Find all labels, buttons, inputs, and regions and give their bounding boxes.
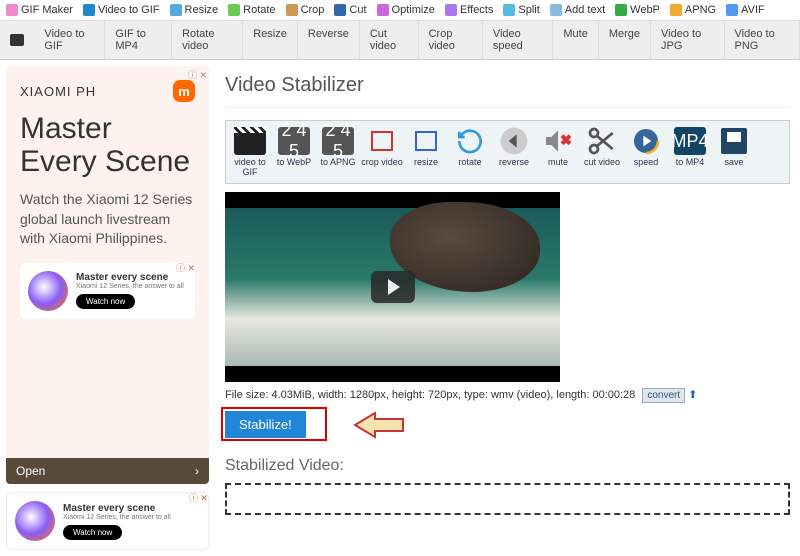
ad-card-title: Master every scene	[76, 272, 184, 283]
ad-body: Watch the Xiaomi 12 Series global launch…	[20, 190, 195, 249]
main-content: Video Stabilizer video to GIF2 4 5to Web…	[215, 60, 800, 556]
tool-save[interactable]: save	[712, 125, 756, 179]
topnav-video-to-gif[interactable]: Video to GIF	[83, 4, 160, 16]
camera-icon	[10, 34, 24, 46]
tool-rotate[interactable]: rotate	[448, 125, 492, 179]
tool-to-WebP[interactable]: 2 4 5to WebP	[272, 125, 316, 179]
topnav-apng[interactable]: APNG	[670, 4, 716, 16]
ad-watch-button[interactable]: Watch now	[76, 294, 135, 309]
page-title: Video Stabilizer	[225, 74, 790, 108]
swirl-icon	[28, 271, 68, 311]
topnav-crop[interactable]: Crop	[286, 4, 325, 16]
sub-nav: Video to GIFGIF to MP4Rotate videoResize…	[0, 21, 800, 60]
tool-cut-video[interactable]: cut video	[580, 125, 624, 179]
subnav-mute[interactable]: Mute	[553, 21, 598, 59]
tool-resize[interactable]: resize	[404, 125, 448, 179]
tool-video-to-GIF[interactable]: video to GIF	[228, 125, 272, 179]
subnav-crop-video[interactable]: Crop video	[419, 21, 483, 59]
topnav-gif-maker[interactable]: GIF Maker	[6, 4, 73, 16]
subnav-cut-video[interactable]: Cut video	[360, 21, 419, 59]
chevron-right-icon: ›	[195, 464, 199, 478]
topnav-resize[interactable]: Resize	[170, 4, 219, 16]
subnav-rotate-video[interactable]: Rotate video	[172, 21, 243, 59]
arrow-icon	[353, 410, 407, 443]
topnav-rotate[interactable]: Rotate	[228, 4, 275, 16]
stabilize-button[interactable]: Stabilize!	[225, 411, 306, 438]
subnav-video-to-gif[interactable]: Video to GIF	[34, 21, 105, 59]
ad-open-button[interactable]: Open›	[6, 458, 209, 484]
tool-mute[interactable]: mute	[536, 125, 580, 179]
swirl-icon	[15, 501, 55, 541]
topnav-split[interactable]: Split	[503, 4, 539, 16]
convert-button[interactable]: convert	[642, 388, 685, 403]
ads-sidebar: ⓘ ✕ XIAOMI PH m Master Every Scene Watch…	[0, 60, 215, 556]
subnav-merge[interactable]: Merge	[599, 21, 651, 59]
topnav-avif[interactable]: AVIF	[726, 4, 765, 16]
ad-secondary[interactable]: ⓘ ✕ Master every scene Xiaomi 12 Series,…	[6, 492, 209, 550]
topnav-optimize[interactable]: Optimize	[377, 4, 435, 16]
ad-brand: XIAOMI PH	[20, 84, 96, 99]
ad-card[interactable]: ⓘ ✕ Master every scene Xiaomi 12 Series,…	[20, 263, 195, 319]
topnav-add-text[interactable]: Add text	[550, 4, 605, 16]
upload-icon[interactable]: ⬆	[688, 389, 697, 401]
video-player[interactable]	[225, 192, 560, 382]
tool-reverse[interactable]: reverse	[492, 125, 536, 179]
output-dropzone[interactable]	[225, 483, 790, 515]
topnav-webp[interactable]: WebP	[615, 4, 660, 16]
file-info: File size: 4.03MiB, width: 1280px, heigh…	[225, 388, 790, 401]
subnav-video-to-jpg[interactable]: Video to JPG	[651, 21, 725, 59]
topnav-effects[interactable]: Effects	[445, 4, 493, 16]
ad-close-icon[interactable]: ⓘ ✕	[188, 68, 207, 81]
subnav-gif-to-mp4[interactable]: GIF to MP4	[105, 21, 172, 59]
ad-xiaomi[interactable]: ⓘ ✕ XIAOMI PH m Master Every Scene Watch…	[6, 66, 209, 458]
subnav-video-speed[interactable]: Video speed	[483, 21, 554, 59]
xiaomi-logo-icon: m	[173, 80, 195, 102]
ad-card-sub: Xiaomi 12 Series, the answer to all	[76, 283, 184, 290]
tool-crop-video[interactable]: crop video	[360, 125, 404, 179]
subnav-video-to-png[interactable]: Video to PNG	[725, 21, 800, 59]
tool-speed[interactable]: speed	[624, 125, 668, 179]
ad-title: Master Every Scene	[20, 112, 195, 178]
subnav-resize[interactable]: Resize	[243, 21, 298, 59]
topnav-cut[interactable]: Cut	[334, 4, 366, 16]
video-toolbar: video to GIF2 4 5to WebP2 4 5to APNGcrop…	[225, 120, 790, 184]
tool-to-APNG[interactable]: 2 4 5to APNG	[316, 125, 360, 179]
subnav-reverse[interactable]: Reverse	[298, 21, 360, 59]
top-nav: GIF Maker Video to GIF Resize Rotate Crop Cut…	[0, 0, 800, 21]
stabilized-label: Stabilized Video:	[225, 457, 790, 475]
play-icon[interactable]	[371, 271, 415, 303]
tool-to-MP4[interactable]: MP4to MP4	[668, 125, 712, 179]
